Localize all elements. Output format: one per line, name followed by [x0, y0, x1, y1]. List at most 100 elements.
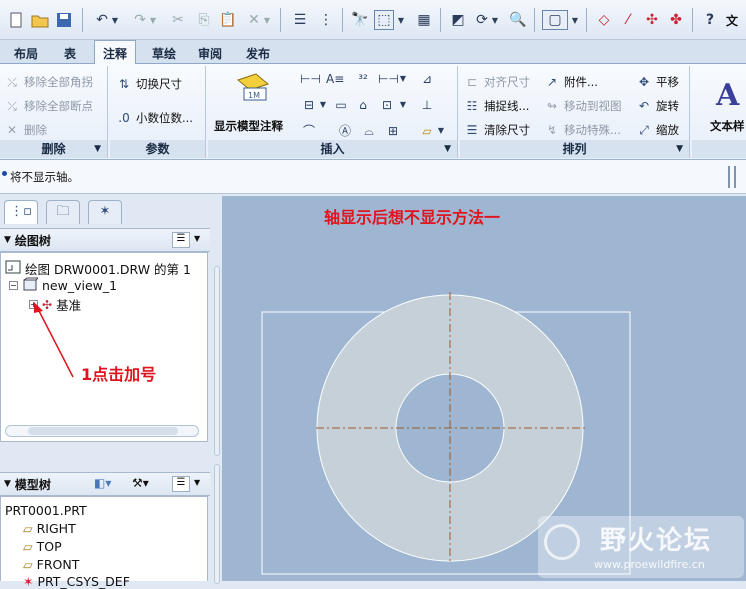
tree-icon[interactable]: ⋮ [316, 10, 336, 30]
message-grip[interactable] [734, 166, 736, 188]
datum-csys-icon[interactable]: ✤ [666, 10, 686, 30]
model-tree-item[interactable]: ✶ PRT_CSYS_DEF [23, 574, 130, 589]
datum-plane-icon[interactable]: ◇ [594, 10, 614, 30]
ordinate-dim-icon[interactable]: ³² [354, 70, 372, 88]
help-icon[interactable]: ? [700, 10, 720, 30]
model-tree-root[interactable]: PRT0001.PRT [5, 503, 87, 518]
layers-icon[interactable]: ☰ [290, 10, 310, 30]
model-tree-header[interactable]: ▼ 模型树 ◧▾ ⚒▾ ☰ ▼ [0, 472, 210, 496]
show-model-annotations-button[interactable]: 显示模型注释 [214, 116, 283, 136]
move-to-view-button[interactable]: ↬ 移动到视图 [544, 96, 622, 116]
symbol-dropdown-icon[interactable]: ▼ [398, 96, 408, 114]
delete-dropdown-icon[interactable]: ▼ [262, 10, 272, 30]
tab-review[interactable]: 审阅 [192, 43, 228, 64]
balloon-icon[interactable]: ⊞ [384, 122, 402, 140]
collapse-minus-icon[interactable]: − [9, 281, 18, 290]
text-style-button[interactable]: 文本样 [710, 116, 745, 136]
angle-dim-icon[interactable]: ⊿ [418, 70, 436, 88]
delete-group-title[interactable]: 删除 ▼ [0, 140, 107, 158]
tab-layout[interactable]: 布局 [8, 43, 44, 64]
model-tree-item[interactable]: ▱ RIGHT [23, 521, 76, 536]
weld-symbol-icon[interactable]: ⌓ [360, 122, 378, 140]
save-icon[interactable] [54, 10, 74, 30]
datum-feature-icon[interactable]: Ⓐ [336, 122, 354, 140]
select-box-icon[interactable]: ⬚ [374, 10, 394, 30]
model-tree-tab-icon[interactable]: ⋮▫ [4, 200, 38, 224]
clean-dims-button[interactable]: ☰ 清除尺寸 [464, 120, 530, 140]
view-cube-icon[interactable]: ◧▾ [94, 476, 120, 492]
arc-dim-icon[interactable]: ⌒ [300, 122, 318, 140]
drawing-tree-header[interactable]: ▼ 绘图树 ☰ ▼ [0, 228, 210, 252]
undo-icon[interactable]: ↶ [92, 10, 112, 30]
baseline-dim-dropdown-icon[interactable]: ▼ [318, 96, 328, 114]
favorites-tab-icon[interactable]: ✶ [88, 200, 122, 224]
toggle-dimension-button[interactable]: ⇅ 切换尺寸 [116, 74, 182, 94]
align-dims-button[interactable]: ⊏ 对齐尺寸 [464, 72, 530, 92]
graphics-window[interactable]: 轴显示后想不显示方法一 野火论坛 www.proewildfire.cn [222, 196, 746, 581]
decimal-places-button[interactable]: .0 小数位数... [116, 108, 193, 128]
undo-dropdown-icon[interactable]: ▼ [110, 10, 120, 30]
tools-icon[interactable]: ⚒▾ [132, 476, 162, 492]
tree-settings-dropdown-icon[interactable]: ▼ [194, 234, 200, 243]
datum-plane-insert-dropdown-icon[interactable]: ▼ [436, 122, 446, 140]
symbol-icon[interactable]: ⊡ [378, 96, 396, 114]
attach-button[interactable]: ↗ 附件... [544, 72, 598, 92]
pan-button[interactable]: ✥ 平移 [636, 72, 679, 92]
delete-icon[interactable]: ✕ [244, 10, 264, 30]
cut-icon[interactable]: ✂ [168, 10, 188, 30]
remove-all-breaks-button[interactable]: ⤰ 移除全部断点 [4, 96, 93, 116]
scale-button[interactable]: ⤢ 缩放 [636, 120, 679, 140]
find-icon[interactable]: 🔭 [350, 10, 370, 30]
datum-point-icon[interactable]: ✣ [642, 10, 662, 30]
drawing-tree-root[interactable]: 绘图 DRW0001.DRW 的第 1 [5, 259, 191, 278]
zoom-icon[interactable]: 🔍 [508, 10, 528, 30]
model-tree-item[interactable]: ▱ TOP [23, 539, 62, 554]
surface-finish-icon[interactable]: ⌂ [354, 96, 372, 114]
open-folder-icon[interactable] [30, 10, 50, 30]
display-style-icon[interactable]: ▢ [542, 10, 568, 30]
insert-group-title[interactable]: 插入 ▼ [208, 140, 457, 158]
rotate-button[interactable]: ↶ 旋转 [636, 96, 679, 116]
snap-lines-button[interactable]: ☷ 捕捉线... [464, 96, 530, 116]
ref-dim-dropdown-icon[interactable]: ▼ [398, 70, 408, 88]
message-grip[interactable] [728, 166, 730, 188]
refresh-dropdown-icon[interactable]: ▼ [490, 10, 500, 30]
ref-dim-icon[interactable]: ⊢⊣ [378, 70, 399, 88]
display-style-dropdown-icon[interactable]: ▼ [570, 10, 580, 30]
panel-splitter[interactable] [212, 196, 222, 584]
datum-target-icon[interactable]: ⊥ [418, 96, 436, 114]
dimension-icon[interactable]: ⊢⊣ [300, 70, 321, 88]
datum-plane-insert-icon[interactable]: ▱ [418, 122, 436, 140]
drawing-view-node[interactable]: − new_view_1 [9, 277, 117, 294]
scrollbar-thumb[interactable] [28, 427, 178, 435]
text-note-icon[interactable]: A≡ [326, 70, 344, 88]
folder-browser-tab-icon[interactable]: 🗀 [46, 200, 80, 224]
delete-button[interactable]: ✕ 删除 [4, 120, 47, 140]
tree-settings-dropdown-icon[interactable]: ▼ [194, 478, 200, 487]
gtol-icon[interactable]: ▭ [332, 96, 350, 114]
repaint-icon[interactable]: ◩ [448, 10, 468, 30]
tree-settings-icon[interactable]: ☰ [172, 232, 190, 248]
splitter-handle[interactable] [214, 266, 220, 456]
redo-icon[interactable]: ↷ [130, 10, 150, 30]
new-file-icon[interactable] [6, 10, 26, 30]
redo-dropdown-icon[interactable]: ▼ [148, 10, 158, 30]
remove-all-angles-button[interactable]: ⤯ 移除全部角拐 [4, 72, 93, 92]
tab-annotate[interactable]: 注释 [94, 40, 136, 65]
tab-publish[interactable]: 发布 [240, 43, 276, 64]
baseline-dim-icon[interactable]: ⊟ [300, 96, 318, 114]
calculator-icon[interactable]: ▦ [414, 10, 434, 30]
datum-axis-icon[interactable]: ⁄ [618, 10, 638, 30]
splitter-handle[interactable] [214, 464, 220, 584]
refresh-icon[interactable]: ⟳ [472, 10, 492, 30]
arrange-group-title[interactable]: 排列 ▼ [460, 140, 689, 158]
horizontal-scrollbar[interactable] [5, 425, 199, 437]
move-special-button[interactable]: ↯ 移动特殊... [544, 120, 621, 140]
select-dropdown-icon[interactable]: ▼ [396, 10, 406, 30]
model-tree-item[interactable]: ▱ FRONT [23, 557, 79, 572]
tree-settings-icon[interactable]: ☰ [172, 476, 190, 492]
paste-icon[interactable]: 📋 [218, 10, 238, 30]
copy-icon[interactable]: ⎘ [194, 10, 214, 30]
tab-table[interactable]: 表 [56, 43, 84, 64]
tab-sketch[interactable]: 草绘 [146, 43, 182, 64]
